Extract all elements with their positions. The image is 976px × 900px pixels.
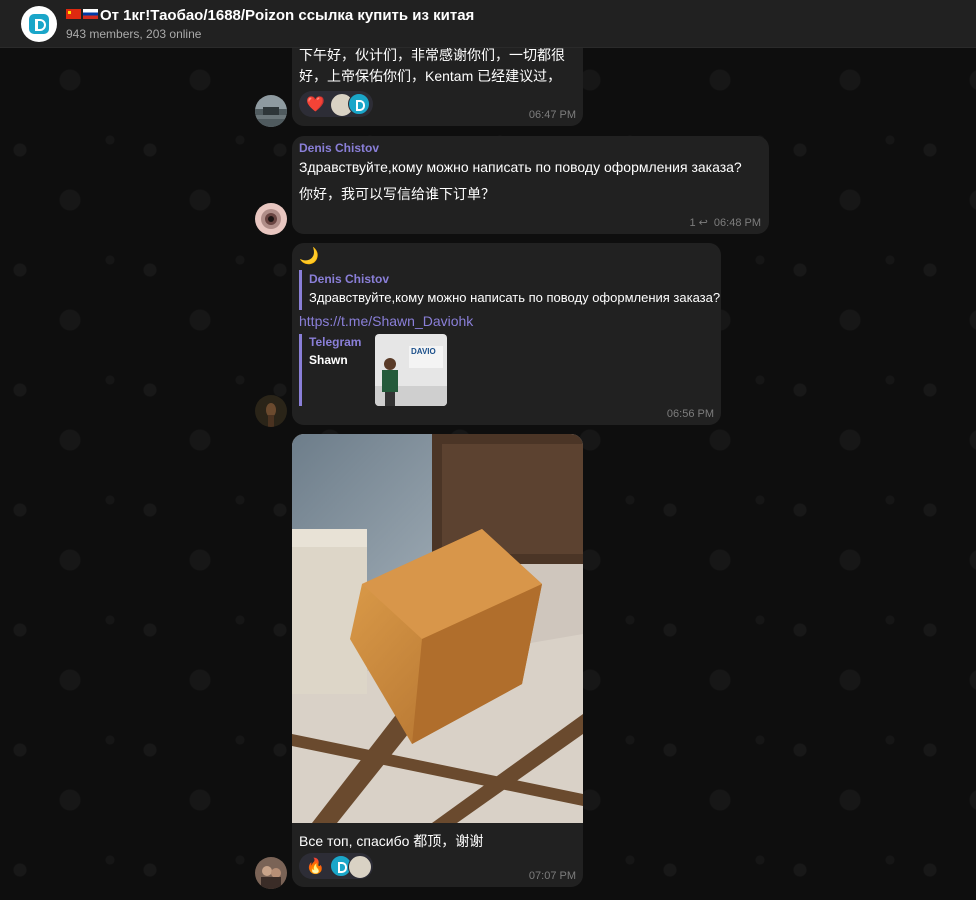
- china-flag-icon: [66, 9, 81, 19]
- chat-title-text: От 1кг!Таобао/1688/Poizon ссылка купить …: [100, 7, 475, 24]
- link-preview[interactable]: Telegram Shawn DAVIO: [299, 334, 457, 406]
- photo-caption: Все топ, спасибо 都顶，谢谢: [299, 833, 484, 849]
- sender-avatar[interactable]: [255, 857, 287, 889]
- link-preview-title: Shawn: [309, 353, 348, 367]
- message-time: 07:07 PM: [528, 870, 576, 882]
- reply-quote[interactable]: Denis Chistov Здравствуйте,кому можно на…: [299, 270, 721, 310]
- link-preview-image[interactable]: DAVIO: [375, 334, 447, 406]
- chat-title: От 1кг!Таобао/1688/Poizon ссылка купить …: [66, 7, 474, 24]
- reply-text: Здравствуйте,кому можно написать по пово…: [309, 290, 721, 305]
- message-time: 06:48 PM: [713, 217, 761, 229]
- heart-reaction-icon[interactable]: ❤️: [306, 95, 325, 113]
- message-bubble[interactable]: Denis Chistov Здравствуйте,кому можно на…: [292, 136, 769, 234]
- message-link[interactable]: https://t.me/Shawn_Daviohk: [299, 313, 473, 329]
- message-time: 06:56 PM: [666, 408, 714, 420]
- sender-name[interactable]: Denis Chistov: [299, 141, 379, 155]
- fire-reaction-icon[interactable]: 🔥: [306, 857, 325, 875]
- group-logo-icon: [356, 100, 365, 111]
- russia-flag-icon: [83, 9, 98, 19]
- message-bubble[interactable]: Все топ, спасибо 都顶，谢谢 🔥 07:07 PM: [292, 434, 583, 887]
- message-text: Здравствуйте,кому можно написать по пово…: [299, 159, 742, 175]
- sender-avatar[interactable]: [255, 395, 287, 427]
- reply-icon: ↩: [698, 217, 708, 229]
- link-preview-logo-text: DAVIO: [411, 347, 436, 356]
- moon-emoji: 🌙: [299, 248, 319, 265]
- sender-avatar[interactable]: [255, 95, 287, 127]
- message-text: 下午好，伙计们，非常感谢你们，一切都很: [299, 47, 565, 63]
- sender-avatar[interactable]: [255, 203, 287, 235]
- chat-subtitle: 943 members, 203 online: [66, 27, 202, 41]
- reactor-avatar: [348, 93, 370, 115]
- message-time: 06:47 PM: [528, 109, 576, 121]
- message-text: 你好，我可以写信给谁下订单？: [299, 186, 495, 202]
- link-preview-site: Telegram: [309, 335, 362, 349]
- reply-sender-name: Denis Chistov: [309, 272, 390, 286]
- chat-header[interactable]: От 1кг!Таобао/1688/Poizon ссылка купить …: [0, 0, 976, 48]
- reply-count: 1: [689, 217, 696, 229]
- group-avatar[interactable]: [21, 6, 57, 42]
- reactions-bar[interactable]: 🔥: [299, 853, 373, 879]
- message-photo[interactable]: [292, 434, 583, 823]
- reactor-avatar: [348, 855, 372, 879]
- message-text: 好，上帝保佑你们，Kentam 已经建议过，: [299, 68, 562, 84]
- group-logo-icon: [338, 862, 347, 873]
- message-bubble[interactable]: 🌙 Denis Chistov Здравствуйте,кому можно …: [292, 243, 721, 425]
- message-meta[interactable]: 1 ↩ 06:48 PM: [689, 216, 761, 229]
- group-logo-icon: [29, 14, 49, 34]
- reactions-bar[interactable]: ❤️: [299, 91, 373, 117]
